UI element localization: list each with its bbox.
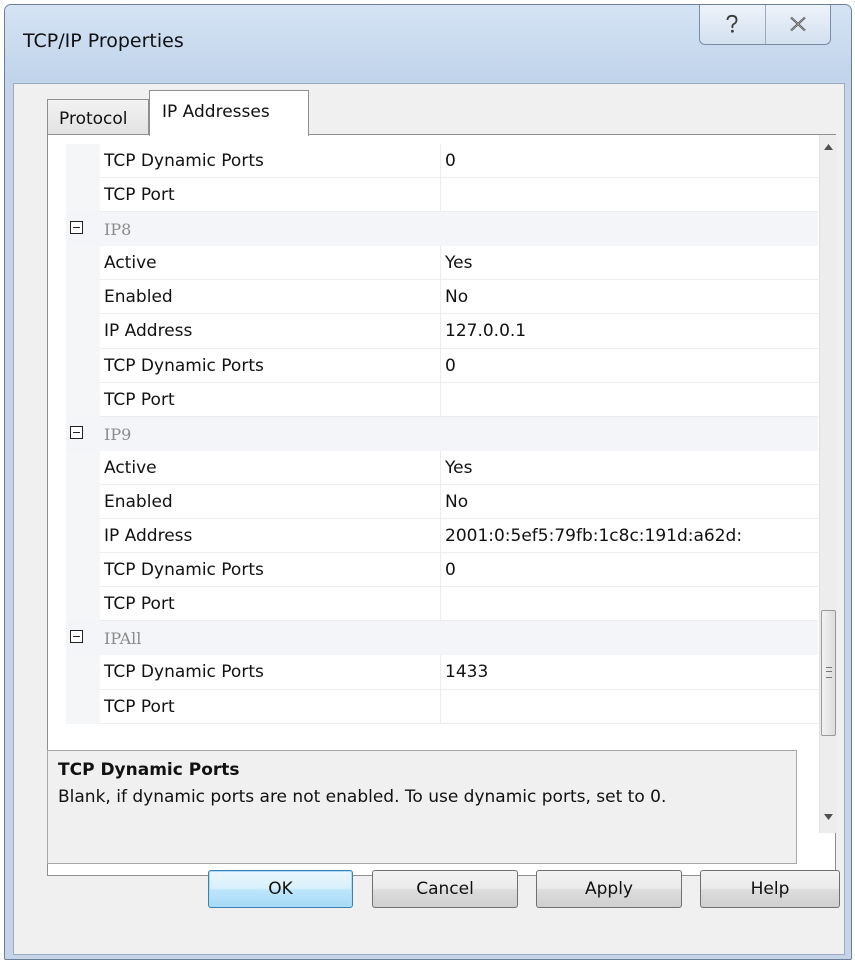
close-icon: [789, 16, 807, 32]
property-row[interactable]: Active Yes: [66, 246, 818, 281]
property-row[interactable]: TCP Dynamic Ports 0: [66, 553, 818, 588]
collapse-minus-icon[interactable]: [70, 630, 83, 644]
property-name: Active: [100, 246, 440, 281]
property-row[interactable]: TCP Port: [66, 689, 818, 724]
property-value[interactable]: No: [440, 280, 818, 315]
close-caption-button[interactable]: [764, 5, 831, 44]
property-name: IP Address: [100, 519, 440, 554]
help-button[interactable]: Help: [700, 870, 840, 908]
category-label: IPAll: [104, 629, 142, 649]
property-name: Enabled: [100, 280, 440, 315]
property-name: IP Address: [100, 314, 440, 349]
property-value[interactable]: 0: [440, 553, 818, 588]
property-value[interactable]: [440, 689, 818, 724]
description-text: Blank, if dynamic ports are not enabled.…: [58, 787, 667, 807]
tcpip-properties-dialog: TCP/IP Properties Protocol IP Addresses …: [4, 4, 852, 960]
property-row[interactable]: TCP Dynamic Ports 0: [66, 144, 818, 179]
property-row[interactable]: Enabled No: [66, 484, 818, 520]
property-value[interactable]: 127.0.0.1: [440, 314, 818, 349]
property-row[interactable]: TCP Dynamic Ports 1433: [66, 655, 818, 690]
scroll-down-arrow-icon[interactable]: [820, 807, 837, 827]
property-value[interactable]: [440, 382, 818, 417]
property-name: TCP Dynamic Ports: [100, 655, 440, 690]
property-row[interactable]: TCP Port: [66, 178, 818, 213]
property-grid: TCP Dynamic Ports 0 TCP Port IP8 Active …: [66, 144, 818, 826]
property-name: TCP Dynamic Ports: [100, 349, 440, 383]
collapse-minus-icon[interactable]: [70, 221, 83, 235]
category-row-ipall[interactable]: IPAll: [66, 621, 818, 656]
property-name: TCP Port: [100, 690, 440, 724]
property-value[interactable]: 2001:0:5ef5:79fb:1c8c:191d:a62d:: [440, 519, 818, 554]
property-value[interactable]: 1433: [440, 655, 818, 690]
vertical-scrollbar[interactable]: [819, 135, 837, 833]
category-label: IP8: [104, 220, 132, 240]
dialog-client-area: Protocol IP Addresses TCP Dynamic Ports …: [13, 83, 845, 955]
tab-ip-addresses[interactable]: IP Addresses: [149, 90, 309, 136]
property-name: TCP Port: [100, 587, 440, 622]
property-value[interactable]: [440, 178, 818, 213]
property-name: Active: [100, 451, 440, 485]
ok-button[interactable]: OK: [208, 870, 353, 908]
property-row[interactable]: TCP Port: [66, 382, 818, 417]
tab-protocol[interactable]: Protocol: [47, 99, 149, 135]
category-row-ip8[interactable]: IP8: [66, 212, 818, 247]
property-row[interactable]: IP Address 127.0.0.1: [66, 314, 818, 349]
tab-protocol-label: Protocol: [59, 109, 128, 129]
help-caption-button[interactable]: [700, 5, 765, 44]
property-value[interactable]: No: [440, 484, 818, 520]
description-panel: TCP Dynamic Ports Blank, if dynamic port…: [47, 750, 797, 864]
property-row[interactable]: Active Yes: [66, 450, 818, 485]
property-value[interactable]: 0: [440, 348, 818, 383]
cancel-button-label: Cancel: [416, 879, 474, 899]
category-label: IP9: [104, 424, 132, 444]
question-mark-icon: [724, 14, 740, 34]
collapse-minus-icon[interactable]: [70, 425, 83, 439]
property-row[interactable]: TCP Dynamic Ports 0: [66, 348, 818, 383]
scroll-up-arrow-icon[interactable]: [820, 137, 837, 157]
property-value[interactable]: Yes: [440, 246, 818, 281]
tab-ip-addresses-label: IP Addresses: [162, 102, 270, 122]
property-name: TCP Dynamic Ports: [100, 553, 440, 588]
property-value[interactable]: [440, 587, 818, 622]
property-row[interactable]: IP Address 2001:0:5ef5:79fb:1c8c:191d:a6…: [66, 519, 818, 554]
grip-lines-icon: [826, 667, 832, 678]
property-row[interactable]: TCP Port: [66, 587, 818, 622]
property-name: Enabled: [100, 485, 440, 520]
property-name: TCP Port: [100, 178, 440, 213]
property-name: TCP Dynamic Ports: [100, 144, 440, 179]
description-title: TCP Dynamic Ports: [58, 760, 240, 780]
caption-buttons: [699, 5, 831, 45]
category-row-ip9[interactable]: IP9: [66, 416, 818, 451]
title-bar: TCP/IP Properties: [5, 5, 851, 81]
property-value[interactable]: 0: [440, 144, 818, 179]
property-row[interactable]: Enabled No: [66, 280, 818, 315]
help-button-label: Help: [750, 879, 790, 899]
cancel-button[interactable]: Cancel: [372, 870, 518, 908]
dialog-title: TCP/IP Properties: [23, 30, 184, 52]
apply-button[interactable]: Apply: [536, 870, 682, 908]
ok-button-label: OK: [268, 879, 293, 899]
property-name: TCP Port: [100, 383, 440, 417]
apply-button-label: Apply: [585, 879, 633, 899]
property-value[interactable]: Yes: [440, 450, 818, 485]
scrollbar-thumb[interactable]: [821, 610, 836, 736]
